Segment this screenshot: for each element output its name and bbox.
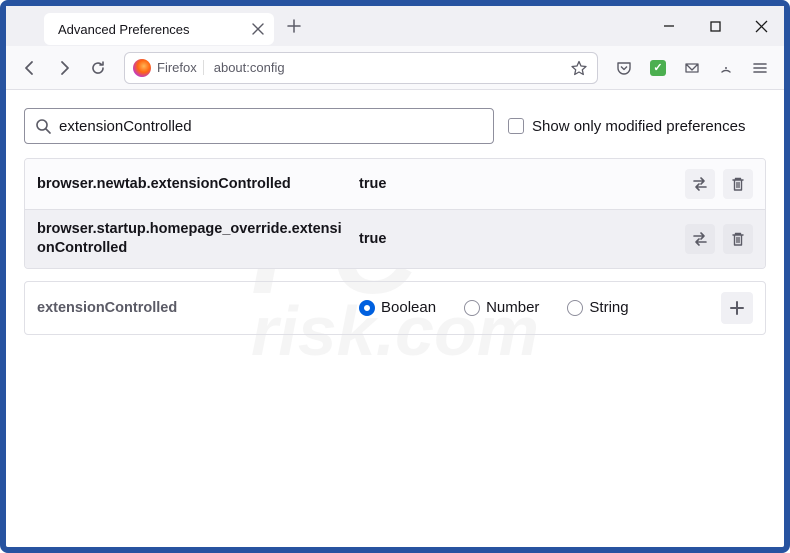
extension-button[interactable]: ✓ bbox=[642, 52, 674, 84]
radio-icon bbox=[359, 300, 375, 316]
pref-list: browser.newtab.extensionControlled true … bbox=[24, 158, 766, 269]
window-controls bbox=[646, 6, 784, 46]
pocket-button[interactable] bbox=[608, 52, 640, 84]
pref-row: browser.newtab.extensionControlled true bbox=[25, 159, 765, 210]
nav-toolbar: Firefox about:config ✓ bbox=[6, 46, 784, 90]
pref-name: browser.startup.homepage_override.extens… bbox=[37, 220, 347, 258]
search-row: Show only modified preferences bbox=[24, 108, 766, 144]
forward-button[interactable] bbox=[48, 52, 80, 84]
add-pref-row: extensionControlled Boolean Number Strin… bbox=[24, 281, 766, 335]
maximize-button[interactable] bbox=[692, 6, 738, 46]
url-bar[interactable]: Firefox about:config bbox=[124, 52, 598, 84]
bookmark-star-icon[interactable] bbox=[565, 54, 593, 82]
inbox-button[interactable] bbox=[676, 52, 708, 84]
account-button[interactable] bbox=[710, 52, 742, 84]
radio-icon bbox=[464, 300, 480, 316]
browser-tab[interactable]: Advanced Preferences bbox=[44, 13, 274, 45]
toggle-button[interactable] bbox=[685, 224, 715, 254]
search-box[interactable] bbox=[24, 108, 494, 144]
type-radio-group: Boolean Number String bbox=[359, 299, 709, 316]
radio-icon bbox=[567, 300, 583, 316]
toggle-button[interactable] bbox=[685, 169, 715, 199]
back-button[interactable] bbox=[14, 52, 46, 84]
delete-button[interactable] bbox=[723, 224, 753, 254]
search-icon bbox=[35, 118, 51, 134]
add-button[interactable] bbox=[721, 292, 753, 324]
extension-badge-icon: ✓ bbox=[650, 60, 666, 76]
tab-title: Advanced Preferences bbox=[58, 22, 242, 37]
pref-name: browser.newtab.extensionControlled bbox=[37, 175, 347, 194]
search-input[interactable] bbox=[59, 118, 483, 135]
new-pref-name: extensionControlled bbox=[37, 300, 347, 316]
reload-button[interactable] bbox=[82, 52, 114, 84]
show-modified-checkbox[interactable]: Show only modified preferences bbox=[508, 118, 745, 135]
titlebar: Advanced Preferences bbox=[6, 6, 784, 46]
radio-string[interactable]: String bbox=[567, 299, 628, 316]
app-menu-button[interactable] bbox=[744, 52, 776, 84]
config-content: Show only modified preferences browser.n… bbox=[6, 90, 784, 335]
delete-button[interactable] bbox=[723, 169, 753, 199]
pref-value: true bbox=[359, 231, 673, 247]
checkbox-icon bbox=[508, 118, 524, 134]
minimize-button[interactable] bbox=[646, 6, 692, 46]
show-modified-label: Show only modified preferences bbox=[532, 118, 745, 135]
close-tab-icon[interactable] bbox=[250, 21, 266, 37]
new-tab-button[interactable] bbox=[280, 12, 308, 40]
identity-label: Firefox bbox=[157, 60, 204, 75]
close-window-button[interactable] bbox=[738, 6, 784, 46]
radio-boolean[interactable]: Boolean bbox=[359, 299, 436, 316]
pref-row: browser.startup.homepage_override.extens… bbox=[25, 210, 765, 268]
radio-number[interactable]: Number bbox=[464, 299, 539, 316]
radio-label: String bbox=[589, 299, 628, 316]
pref-value: true bbox=[359, 176, 673, 192]
radio-label: Number bbox=[486, 299, 539, 316]
firefox-logo-icon bbox=[133, 59, 151, 77]
url-text: about:config bbox=[210, 60, 559, 75]
radio-label: Boolean bbox=[381, 299, 436, 316]
